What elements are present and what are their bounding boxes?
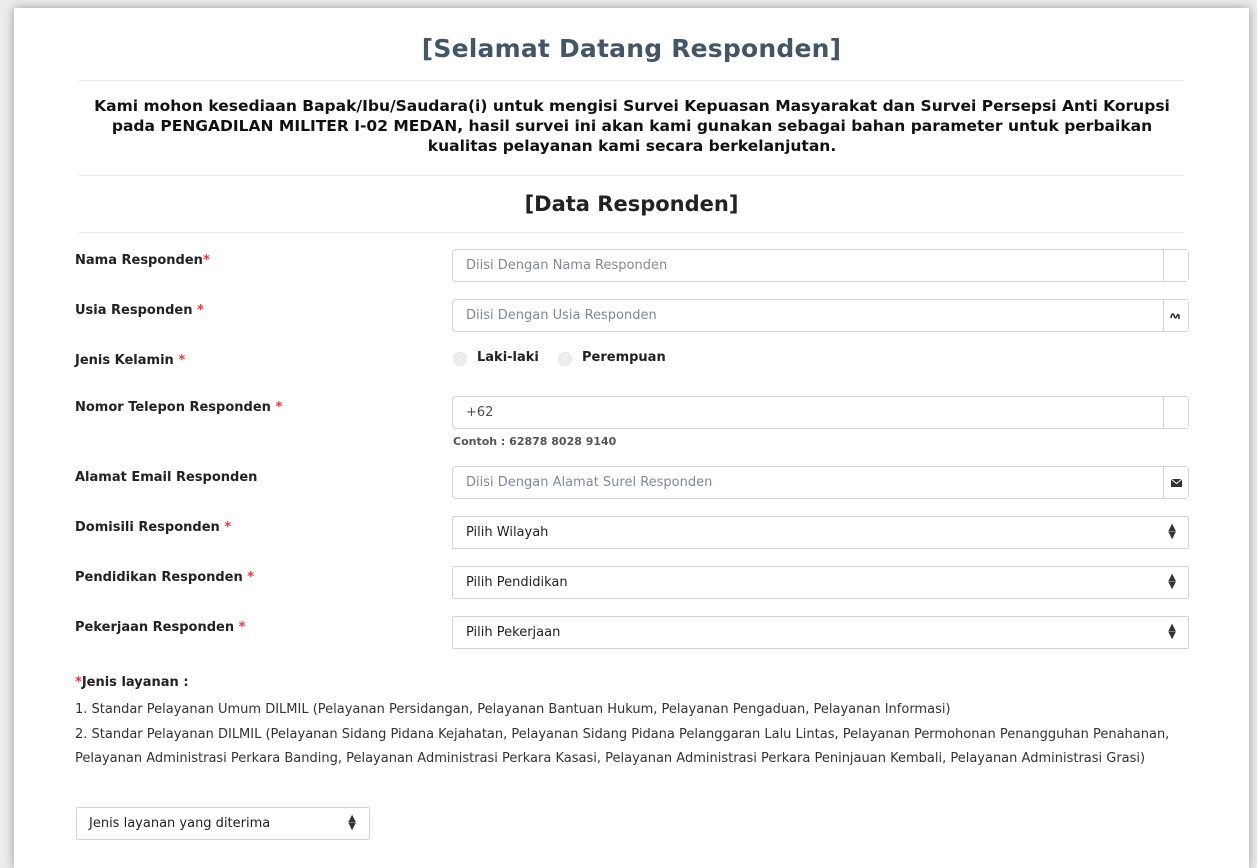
telepon-label: Nomor Telepon Responden * bbox=[75, 400, 283, 415]
pekerjaan-select[interactable]: Pilih Pekerjaan ▲ ▼ bbox=[452, 616, 1189, 649]
kelamin-label: Jenis Kelamin * bbox=[75, 353, 186, 368]
page-title: [Selamat Datang Responden] bbox=[421, 34, 842, 63]
usia-field bbox=[452, 299, 1189, 332]
pekerjaan-selected: Pilih Pekerjaan bbox=[466, 625, 561, 640]
domisili-label: Domisili Responden * bbox=[75, 520, 232, 535]
email-field bbox=[452, 466, 1189, 499]
nama-addon bbox=[1163, 250, 1188, 281]
pendidikan-label: Pendidikan Responden * bbox=[75, 570, 255, 585]
select-caret-icon: ▲ ▼ bbox=[1168, 522, 1176, 541]
envelope-icon bbox=[1163, 467, 1188, 498]
domisili-select[interactable]: Pilih Wilayah ▲ ▼ bbox=[452, 516, 1189, 549]
telepon-input[interactable] bbox=[453, 397, 1153, 428]
jenis-layanan-item-2: 2. Standar Pelayanan DILMIL (Pelayanan S… bbox=[75, 727, 1170, 766]
select-caret-icon: ▲ ▼ bbox=[348, 813, 356, 832]
select-caret-icon: ▲ ▼ bbox=[1168, 622, 1176, 641]
section-title: [Data Responden] bbox=[524, 192, 739, 216]
email-input[interactable] bbox=[453, 467, 1153, 498]
radio-perempuan-label[interactable]: Perempuan bbox=[582, 350, 666, 365]
email-label: Alamat Email Responden bbox=[75, 470, 258, 485]
intro-text: Kami mohon kesediaan Bapak/Ibu/Saudara(i… bbox=[94, 97, 1170, 155]
divider bbox=[78, 175, 1184, 176]
sort-numeric-icon bbox=[1163, 300, 1188, 331]
jenis-layanan-item-1: 1. Standar Pelayanan Umum DILMIL (Pelaya… bbox=[75, 702, 951, 717]
usia-input[interactable] bbox=[453, 300, 1153, 331]
select-caret-icon: ▲ ▼ bbox=[1168, 572, 1176, 591]
divider bbox=[78, 80, 1184, 81]
radio-perempuan[interactable] bbox=[558, 352, 572, 366]
telepon-hint: Contoh : 62878 8028 9140 bbox=[453, 435, 617, 448]
jenis-layanan-selected: Jenis layanan yang diterima bbox=[89, 816, 271, 831]
nama-label: Nama Responden* bbox=[75, 253, 210, 268]
nama-input[interactable] bbox=[453, 250, 1153, 281]
telepon-field bbox=[452, 396, 1189, 429]
divider bbox=[78, 232, 1184, 233]
survey-card: [Selamat Datang Responden] Kami mohon ke… bbox=[14, 8, 1249, 868]
radio-laki-laki-label[interactable]: Laki-laki bbox=[477, 350, 539, 365]
domisili-selected: Pilih Wilayah bbox=[466, 525, 549, 540]
pekerjaan-label: Pekerjaan Responden * bbox=[75, 620, 246, 635]
nama-field bbox=[452, 249, 1189, 282]
jenis-layanan-title: *Jenis layanan : bbox=[75, 675, 189, 690]
radio-laki-laki[interactable] bbox=[453, 352, 467, 366]
telepon-addon bbox=[1163, 397, 1188, 428]
pendidikan-select[interactable]: Pilih Pendidikan ▲ ▼ bbox=[452, 566, 1189, 599]
jenis-layanan-select[interactable]: Jenis layanan yang diterima ▲ ▼ bbox=[76, 807, 370, 840]
pendidikan-selected: Pilih Pendidikan bbox=[466, 575, 568, 590]
usia-label: Usia Responden * bbox=[75, 303, 204, 318]
